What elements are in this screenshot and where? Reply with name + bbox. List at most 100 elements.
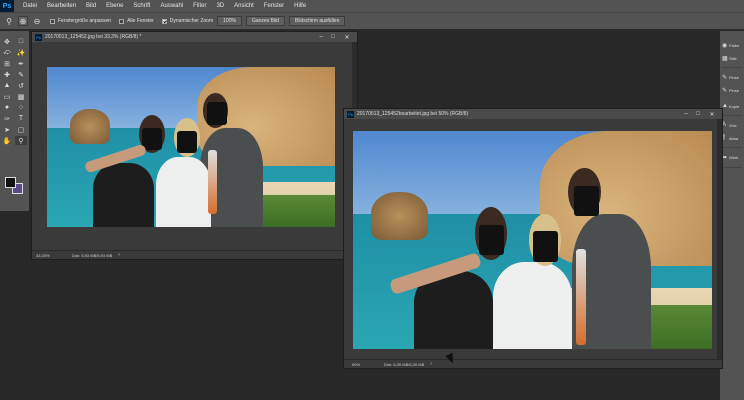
panel-paths[interactable]: ➦ Werk (722, 151, 744, 163)
photo-person-woman-blond (493, 261, 572, 349)
document-size: Dok: 6,39 MB/6,39 MB (384, 361, 425, 367)
zoom-in-icon[interactable]: ⊕ (18, 16, 28, 26)
menu-ansicht[interactable]: Ansicht (229, 3, 259, 9)
status-menu-arrow-icon[interactable]: › (118, 252, 120, 258)
close-icon[interactable]: ✕ (708, 109, 716, 119)
checkbox-box-checked[interactable] (161, 18, 167, 24)
panel-brush[interactable]: ✎ Pinse (722, 71, 744, 83)
image-canvas-1[interactable] (47, 67, 335, 227)
zoom-100-button[interactable]: 100% (217, 16, 242, 26)
document-window-2[interactable]: Ps 20170513_125452bearbeitet.jpg bei 50%… (343, 108, 723, 369)
photo-sunglasses (532, 231, 558, 262)
panel-paragraph[interactable]: ¶ Absa (722, 132, 744, 144)
options-bar: ⚲ ⊕ ⊖ Fenstergröße anpassen Alle Fenster… (0, 12, 744, 30)
history-brush-icon[interactable]: ↺ (15, 81, 27, 90)
document-titlebar[interactable]: Ps 20170513_125452bearbeitet.jpg bei 50%… (344, 109, 722, 119)
photo-person-woman-dark (93, 163, 154, 227)
vertical-scrollbar[interactable] (717, 119, 722, 359)
dodge-icon[interactable]: ○ (15, 103, 27, 112)
menu-datei[interactable]: Datei (18, 3, 42, 9)
document-window-1[interactable]: Ps 20170513_125452.jpg bei 33,3% (RGB/8)… (31, 31, 358, 260)
panel-character[interactable]: A Zeic (722, 119, 744, 131)
lasso-icon[interactable]: ⤽ (1, 48, 13, 57)
photo-person-woman-blond (156, 156, 212, 227)
all-windows-label: Alle Fenster (127, 18, 154, 24)
gradient-icon[interactable]: ▩ (15, 92, 27, 101)
panel-label: Pinse (729, 87, 740, 93)
document-statusbar: 33,33% Dok: 5,93 MB/5,93 MB › (32, 250, 357, 259)
panel-clone-source[interactable]: ▲ Kopie (722, 100, 744, 112)
photo-rock (70, 108, 111, 144)
image-canvas-2[interactable] (353, 131, 712, 349)
photo-sunglasses (176, 131, 197, 154)
path-select-icon[interactable]: ➤ (1, 125, 13, 134)
brush-icon[interactable]: ✎ (15, 70, 27, 79)
crop-icon[interactable]: ⊞ (1, 59, 13, 68)
menu-3d[interactable]: 3D (211, 3, 229, 9)
panel-styles[interactable]: ▦ Stile (722, 52, 744, 64)
photo-sunglasses (206, 102, 227, 125)
menu-bar: Ps Datei Bearbeiten Bild Ebene Schrift A… (0, 0, 744, 12)
menu-bild[interactable]: Bild (81, 3, 101, 9)
fit-screen-button[interactable]: Ganzes Bild (245, 16, 285, 26)
zoom-out-icon[interactable]: ⊖ (32, 16, 42, 26)
photo-sunglasses (573, 185, 599, 217)
maximize-icon[interactable]: □ (329, 32, 337, 42)
zoom-level[interactable]: 50% (352, 362, 378, 367)
minimize-icon[interactable]: – (317, 32, 325, 42)
panel-brush-presets[interactable]: ✎ Pinse (722, 84, 744, 96)
document-title: 20170513_125452.jpg bei 33,3% (RGB/8) * (45, 34, 142, 40)
minimize-icon[interactable]: – (682, 109, 690, 119)
menu-bearbeiten[interactable]: Bearbeiten (42, 3, 81, 9)
eraser-icon[interactable]: ▭ (1, 92, 13, 101)
blur-icon[interactable]: ● (1, 103, 13, 112)
menu-schrift[interactable]: Schrift (128, 3, 155, 9)
photo-bottle (575, 248, 587, 345)
close-icon[interactable]: ✕ (343, 32, 351, 42)
menu-auswahl[interactable]: Auswahl (155, 3, 188, 9)
fit-windows-label: Fenstergröße anpassen (58, 18, 112, 24)
zoom-level[interactable]: 33,33% (36, 253, 66, 258)
move-icon[interactable]: ✥ (1, 37, 13, 46)
photo-sunglasses (478, 224, 504, 256)
quick-select-icon[interactable]: ✨ (15, 48, 27, 57)
swatches-icon: ▦ (722, 55, 728, 62)
maximize-icon[interactable]: □ (694, 109, 702, 119)
shape-icon[interactable]: ▢ (15, 125, 27, 134)
menu-hilfe[interactable]: Hilfe (289, 3, 311, 9)
brush-panel-icon: ✎ (722, 74, 728, 81)
checkbox-box[interactable] (50, 18, 55, 24)
brush-presets-icon: ✎ (722, 87, 728, 94)
menu-ebene[interactable]: Ebene (101, 3, 128, 9)
foreground-color-swatch[interactable] (5, 177, 16, 188)
photoshop-logo[interactable]: Ps (0, 0, 14, 12)
status-menu-arrow-icon[interactable]: › (430, 361, 432, 367)
hand-icon[interactable]: ✋ (1, 136, 13, 145)
menu-fenster[interactable]: Fenster (259, 3, 289, 9)
panel-label: Absa (729, 135, 739, 141)
checkbox-box[interactable] (119, 18, 125, 24)
photo-bottle (208, 150, 217, 215)
pen-icon[interactable]: ✑ (1, 114, 13, 123)
scrubby-zoom-checkbox[interactable]: Dynamischer Zoom (161, 18, 213, 24)
document-titlebar[interactable]: Ps 20170513_125452.jpg bei 33,3% (RGB/8)… (32, 32, 357, 42)
fit-windows-checkbox[interactable]: Fenstergröße anpassen (50, 18, 111, 24)
healing-icon[interactable]: ✚ (1, 70, 13, 79)
all-windows-checkbox[interactable]: Alle Fenster (119, 18, 154, 24)
menu-filter[interactable]: Filter (188, 3, 211, 9)
panel-label: Stile (729, 55, 737, 61)
zoom-tool-icon[interactable]: ⚲ (4, 16, 14, 26)
tools-panel: ✥ □ ⤽ ✨ ⊞ ✒ ✚ ✎ ▲ ↺ ▭ ▩ ● ○ ✑ T ➤ ▢ ✋ ⚲ (0, 31, 29, 211)
beach-photo (47, 67, 335, 227)
eyedropper-icon[interactable]: ✒ (15, 59, 27, 68)
marquee-icon[interactable]: □ (15, 37, 27, 46)
panel-label: Kopie (729, 103, 740, 109)
zoom-icon[interactable]: ⚲ (15, 136, 27, 145)
panel-label: Pinse (729, 74, 740, 80)
document-title: 20170513_125452bearbeitet.jpg bei 50% (R… (357, 111, 469, 117)
panel-color[interactable]: ◉ Farbe (722, 39, 744, 51)
photo-rock (370, 192, 429, 240)
fill-screen-button[interactable]: Bildschirm ausfüllen (288, 16, 346, 26)
type-icon[interactable]: T (15, 114, 27, 123)
stamp-icon[interactable]: ▲ (1, 81, 13, 90)
